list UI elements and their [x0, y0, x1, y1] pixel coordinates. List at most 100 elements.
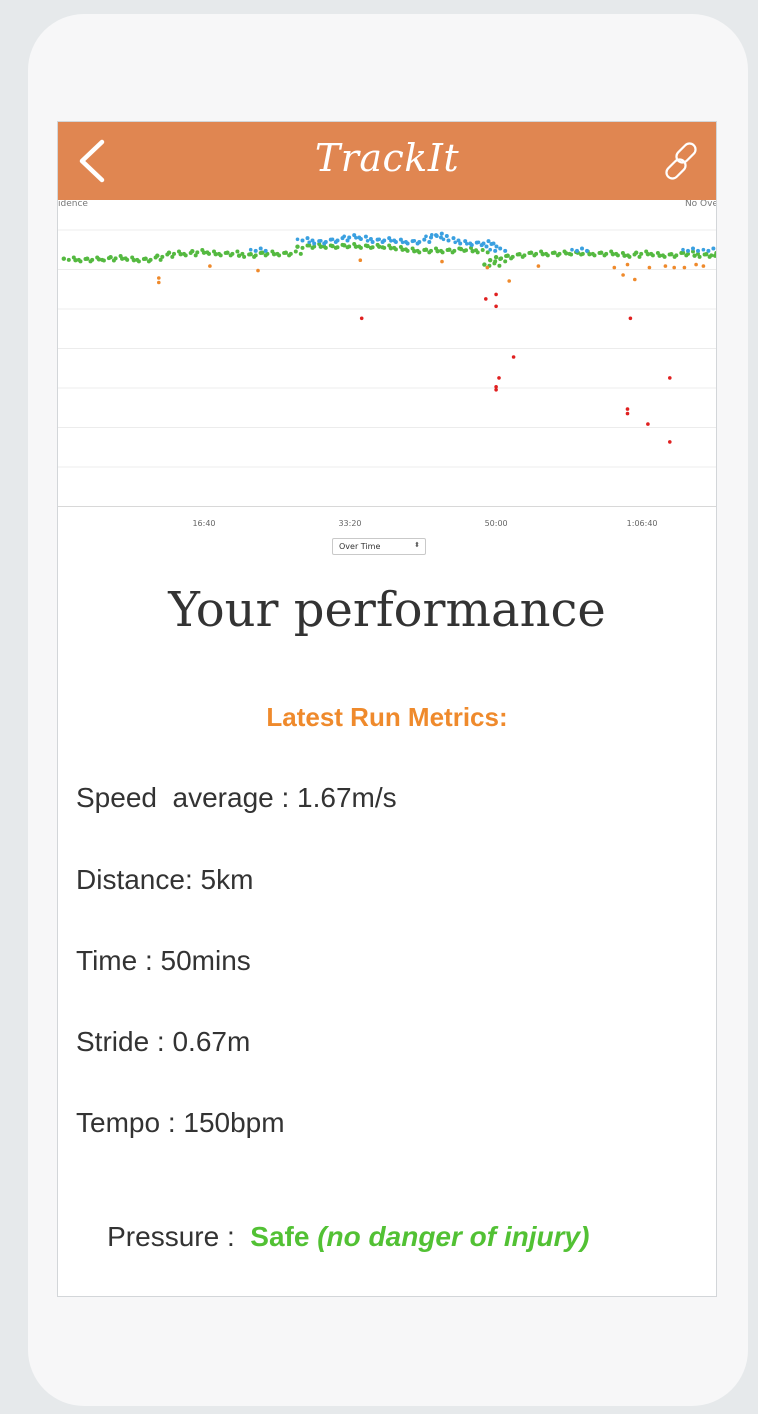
x-tick-label: 16:40	[192, 519, 215, 528]
metric-stride: Stride : 0.67m	[76, 1026, 251, 1057]
data-point	[663, 264, 668, 268]
data-point	[271, 252, 277, 257]
data-point	[335, 238, 340, 243]
data-point	[494, 244, 499, 249]
data-point	[300, 238, 305, 243]
select-arrows-icon: ⬍	[414, 541, 420, 549]
data-point	[248, 252, 253, 257]
data-point	[446, 238, 451, 243]
app-header: TrackIt	[58, 122, 716, 200]
data-point	[444, 234, 449, 238]
data-point	[427, 240, 432, 244]
data-point	[440, 259, 444, 264]
data-point	[497, 376, 501, 380]
data-point	[298, 251, 303, 256]
data-point	[429, 248, 433, 253]
data-point	[218, 253, 223, 258]
corner-label-left: ıdence	[58, 200, 88, 209]
data-point	[405, 248, 410, 253]
data-point	[263, 248, 268, 253]
data-point	[131, 258, 137, 263]
data-point	[625, 262, 630, 267]
data-point	[507, 279, 512, 283]
data-point	[453, 240, 458, 245]
metric-pressure: Pressure : Safe (no danger of injury)	[76, 1189, 589, 1285]
data-point	[536, 264, 541, 268]
data-point	[569, 252, 574, 257]
data-point	[625, 411, 630, 416]
data-point	[412, 239, 417, 243]
data-point	[73, 258, 78, 263]
data-point	[510, 254, 515, 259]
data-point	[424, 234, 428, 239]
data-point	[85, 256, 90, 261]
data-point	[452, 248, 457, 253]
data-point	[668, 440, 672, 444]
data-point	[545, 253, 550, 258]
metric-time: Time : 50mins	[76, 945, 251, 976]
data-point	[528, 250, 534, 255]
pressure-label: Pressure :	[107, 1221, 251, 1252]
data-point	[621, 273, 625, 277]
data-point	[575, 248, 579, 253]
data-point	[61, 256, 66, 261]
data-point	[552, 250, 557, 255]
data-point	[645, 252, 651, 257]
data-point	[464, 248, 468, 253]
data-point	[692, 253, 697, 258]
data-point	[486, 239, 491, 244]
data-point	[300, 245, 305, 250]
grid-lines	[58, 229, 716, 507]
data-point	[447, 247, 452, 252]
data-point	[370, 240, 375, 244]
data-point	[580, 251, 585, 256]
chart-mode-select[interactable]: Over Time ⬍	[332, 538, 426, 555]
data-point	[66, 257, 71, 262]
data-point	[417, 240, 422, 244]
data-point	[696, 248, 700, 253]
data-point	[335, 245, 340, 250]
data-point	[458, 241, 463, 246]
data-point	[672, 265, 676, 270]
data-point	[101, 258, 106, 263]
data-point	[342, 243, 347, 248]
share-link-button[interactable]	[660, 138, 706, 184]
data-point	[172, 251, 176, 256]
data-point	[657, 253, 662, 258]
data-point	[485, 265, 490, 270]
data-point	[494, 388, 498, 392]
data-point	[178, 252, 183, 257]
data-point	[365, 243, 370, 249]
data-point	[647, 265, 652, 270]
metrics-heading: Latest Run Metrics:	[266, 702, 508, 732]
data-point	[440, 250, 445, 255]
data-point	[377, 237, 382, 242]
data-point	[400, 247, 405, 252]
data-point	[213, 252, 218, 257]
data-point	[295, 244, 300, 249]
data-point	[370, 245, 375, 250]
data-point	[365, 239, 370, 243]
data-point	[78, 259, 83, 264]
x-tick-label: 33:20	[338, 519, 361, 528]
data-point	[494, 304, 498, 309]
data-point	[475, 250, 480, 255]
data-point	[113, 256, 118, 261]
data-point	[183, 253, 188, 258]
pressure-status: Safe (no danger of injury)	[250, 1221, 589, 1252]
data-point	[639, 251, 644, 256]
scatter-plot: 16:40 33:20 50:00 1:06:40 ıdence No Ove	[58, 200, 716, 528]
data-point	[701, 247, 706, 252]
data-point	[312, 241, 317, 246]
data-point	[494, 292, 498, 297]
data-point	[136, 259, 141, 264]
data-point	[610, 252, 616, 257]
data-point	[253, 253, 258, 258]
data-point	[482, 262, 487, 267]
data-point	[208, 264, 212, 268]
data-point	[358, 245, 363, 250]
data-point	[580, 246, 584, 251]
data-point	[305, 236, 310, 241]
data-point	[691, 246, 695, 251]
data-point	[235, 249, 240, 254]
